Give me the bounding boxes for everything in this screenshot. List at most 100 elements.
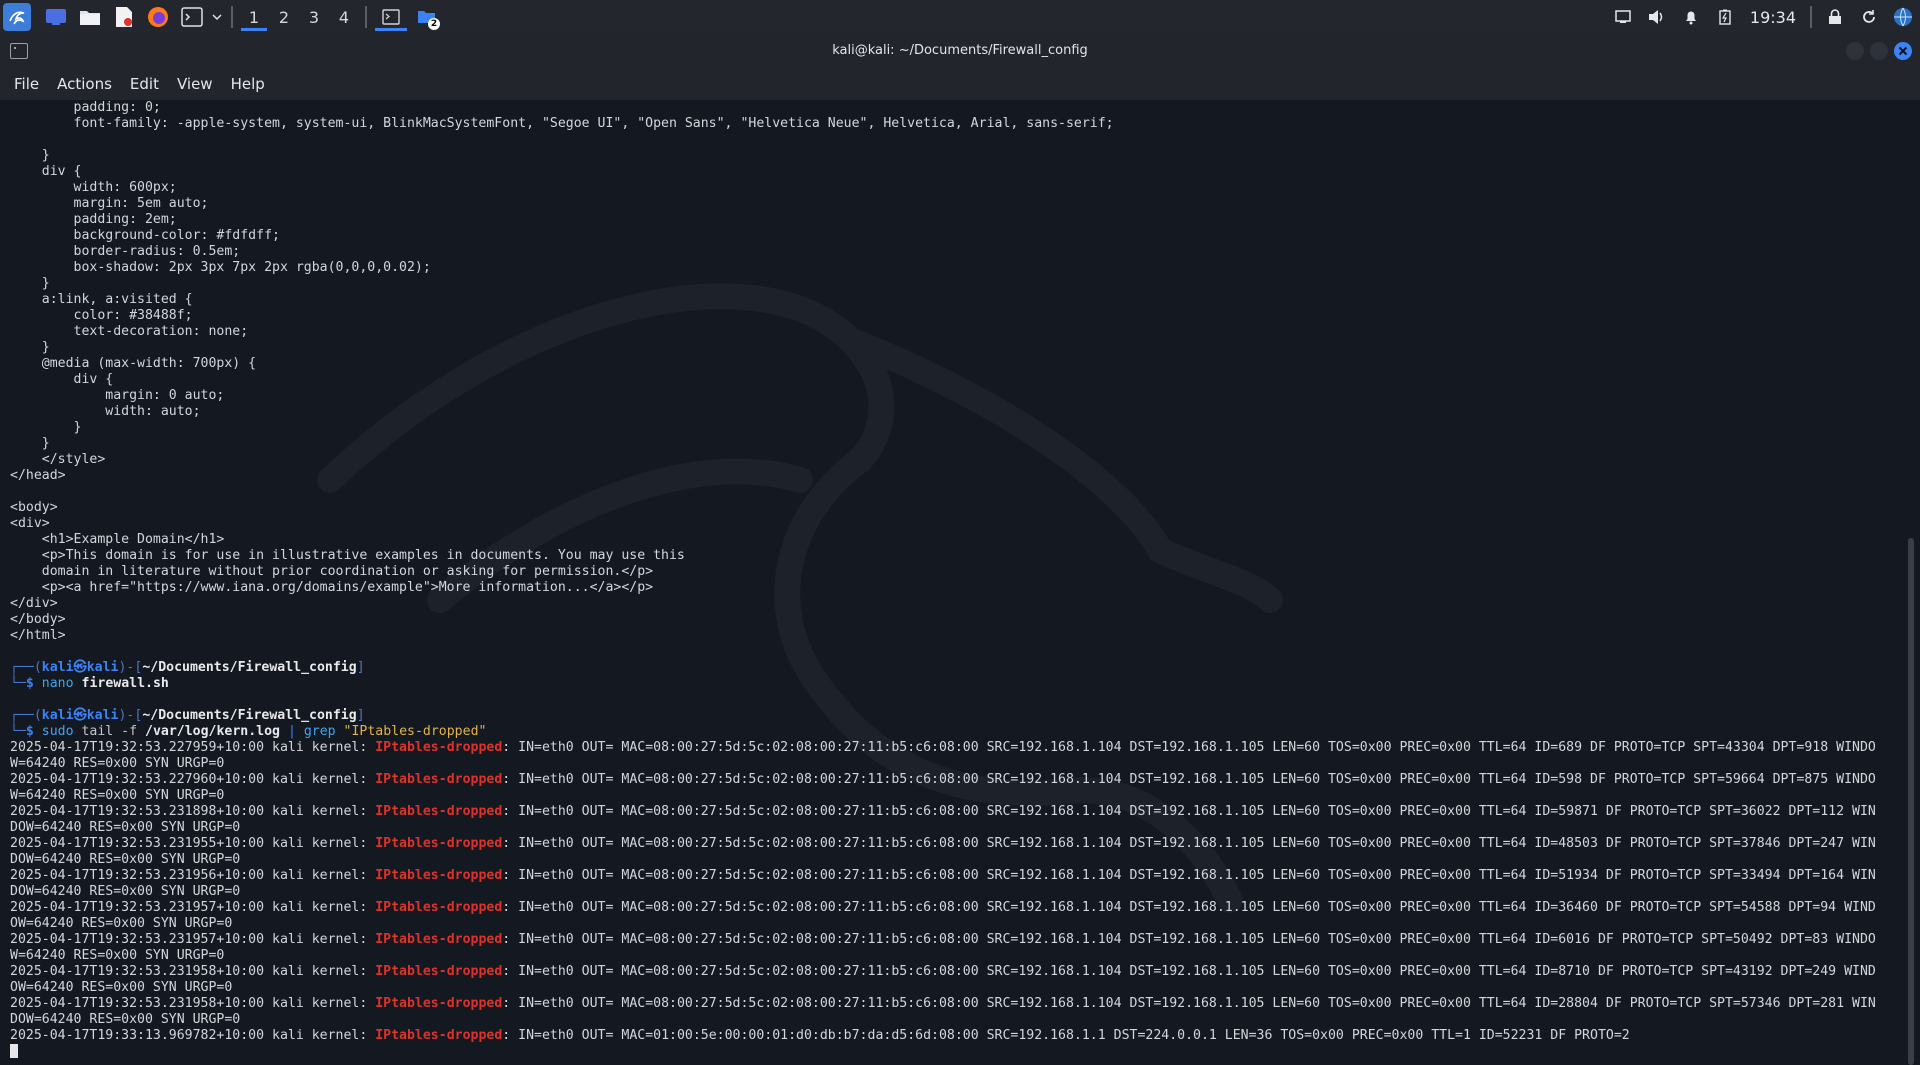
network-icon[interactable] xyxy=(1892,6,1914,28)
code-line: } xyxy=(10,436,50,451)
terminal-line: 2025-04-17T19:32:53.231957+10:00 kali ke… xyxy=(10,900,1876,916)
volume-icon[interactable] xyxy=(1646,6,1668,28)
text-cursor xyxy=(10,1044,18,1058)
prompt-host: kali xyxy=(86,660,119,675)
menu-help[interactable]: Help xyxy=(223,75,273,93)
terminal-line: </body> xyxy=(10,612,1876,628)
log-details: : IN=eth0 OUT= MAC=08:00:27:5d:5c:02:08:… xyxy=(502,772,1876,787)
terminal-line: font-family: -apple-system, system-ui, B… xyxy=(10,116,1876,132)
terminal-line: 2025-04-17T19:32:53.231958+10:00 kali ke… xyxy=(10,996,1876,1012)
folder-window-button[interactable]: 2 xyxy=(409,0,445,34)
terminal-window-button[interactable] xyxy=(373,0,409,34)
code-line: </style> xyxy=(10,452,106,467)
terminal-line: @media (max-width: 700px) { xyxy=(10,356,1876,372)
code-line: box-shadow: 2px 3px 7px 2px rgba(0,0,0,0… xyxy=(10,260,431,275)
code-line: </head> xyxy=(10,468,66,483)
firefox-icon[interactable] xyxy=(146,5,170,29)
maximize-button[interactable] xyxy=(1870,42,1888,60)
log-details-wrap: DOW=64240 RES=0x00 SYN URGP=0 xyxy=(10,1012,241,1027)
terminal-line xyxy=(10,1044,1876,1060)
log-tag: IPtables-dropped xyxy=(375,772,503,787)
terminal-line: 2025-04-17T19:32:53.231957+10:00 kali ke… xyxy=(10,932,1876,948)
terminal-line: OW=64240 RES=0x00 SYN URGP=0 xyxy=(10,980,1876,996)
terminal-line: 2025-04-17T19:32:53.227960+10:00 kali ke… xyxy=(10,772,1876,788)
workspace-2[interactable]: 2 xyxy=(269,0,299,34)
log-timestamp: 2025-04-17T19:32:53.231958+10:00 kali ke… xyxy=(10,964,376,979)
code-line: div { xyxy=(10,164,82,179)
taskbar-separator xyxy=(365,6,367,28)
terminal-line: W=64240 RES=0x00 SYN URGP=0 xyxy=(10,788,1876,804)
lock-icon[interactable] xyxy=(1824,6,1846,28)
log-details-wrap: DOW=64240 RES=0x00 SYN URGP=0 xyxy=(10,884,241,899)
minimize-button[interactable] xyxy=(1846,42,1864,60)
menu-edit[interactable]: Edit xyxy=(122,75,167,93)
prompt-decoration: ㉿ xyxy=(73,708,87,723)
workspace-4[interactable]: 4 xyxy=(329,0,359,34)
log-details: : IN=eth0 OUT= MAC=01:00:5e:00:00:01:d0:… xyxy=(502,1028,1630,1043)
terminal-scrollbar[interactable] xyxy=(1908,538,1914,1065)
prompt-decoration: ㉿ xyxy=(73,660,87,675)
close-button[interactable] xyxy=(1894,42,1912,60)
code-line: @media (max-width: 700px) { xyxy=(10,356,257,371)
terminal-line: DOW=64240 RES=0x00 SYN URGP=0 xyxy=(10,852,1876,868)
terminal-line: 2025-04-17T19:32:53.231955+10:00 kali ke… xyxy=(10,836,1876,852)
prompt-decoration: $ xyxy=(25,676,42,691)
log-tag: IPtables-dropped xyxy=(375,964,503,979)
code-line: margin: 5em auto; xyxy=(10,196,209,211)
log-tag: IPtables-dropped xyxy=(375,836,503,851)
battery-icon[interactable] xyxy=(1714,6,1736,28)
log-timestamp: 2025-04-17T19:32:53.227960+10:00 kali ke… xyxy=(10,772,376,787)
menu-actions[interactable]: Actions xyxy=(49,75,120,93)
prompt-decoration: )-[ xyxy=(118,660,143,675)
prompt-decoration: ┌──( xyxy=(10,660,42,675)
terminal-line: background-color: #fdfdff; xyxy=(10,228,1876,244)
log-timestamp: 2025-04-17T19:32:53.231898+10:00 kali ke… xyxy=(10,804,376,819)
code-line: <body> xyxy=(10,500,58,515)
dropdown-icon[interactable] xyxy=(211,5,223,29)
prompt-host: kali xyxy=(86,708,119,723)
log-details-wrap: OW=64240 RES=0x00 SYN URGP=0 xyxy=(10,916,233,931)
window-titlebar[interactable]: kali@kali: ~/Documents/Firewall_config xyxy=(0,34,1920,68)
log-timestamp: 2025-04-17T19:32:53.227959+10:00 kali ke… xyxy=(10,740,376,755)
terminal-line: W=64240 RES=0x00 SYN URGP=0 xyxy=(10,948,1876,964)
terminal-line: <p>This domain is for use in illustrativ… xyxy=(10,548,1876,564)
code-line: width: 600px; xyxy=(10,180,177,195)
file-manager-icon[interactable] xyxy=(78,5,102,29)
terminal-line: W=64240 RES=0x00 SYN URGP=0 xyxy=(10,756,1876,772)
bell-icon[interactable] xyxy=(1680,6,1702,28)
display-icon[interactable] xyxy=(1612,6,1634,28)
code-line: domain in literature without prior coord… xyxy=(10,564,654,579)
kali-menu-icon[interactable] xyxy=(3,3,31,31)
menu-file[interactable]: File xyxy=(6,75,47,93)
tray-separator xyxy=(1810,6,1812,28)
window-title: kali@kali: ~/Documents/Firewall_config xyxy=(832,43,1088,58)
desktop-icon[interactable] xyxy=(44,5,68,29)
prompt-decoration: $ xyxy=(25,724,42,739)
log-details-wrap: W=64240 RES=0x00 SYN URGP=0 xyxy=(10,948,225,963)
menu-view[interactable]: View xyxy=(169,75,221,93)
log-details: : IN=eth0 OUT= MAC=08:00:27:5d:5c:02:08:… xyxy=(502,996,1876,1011)
command-target: /var/log/kern.log xyxy=(145,724,280,739)
code-line: text-decoration: none; xyxy=(10,324,249,339)
refresh-icon[interactable] xyxy=(1858,6,1880,28)
workspace-1[interactable]: 1 xyxy=(239,0,269,34)
log-tag: IPtables-dropped xyxy=(375,868,503,883)
log-tag: IPtables-dropped xyxy=(375,804,503,819)
clock[interactable]: 19:34 xyxy=(1750,8,1796,27)
code-line: div { xyxy=(10,372,114,387)
code-line: font-family: -apple-system, system-ui, B… xyxy=(10,116,1114,131)
terminal-output[interactable]: padding: 0; font-family: -apple-system, … xyxy=(0,100,1920,1065)
terminal-line: OW=64240 RES=0x00 SYN URGP=0 xyxy=(10,916,1876,932)
terminal-line: <div> xyxy=(10,516,1876,532)
command-name: sudo xyxy=(41,724,74,739)
terminal-icon[interactable] xyxy=(180,5,204,29)
text-editor-icon[interactable] xyxy=(112,5,136,29)
terminal-line: domain in literature without prior coord… xyxy=(10,564,1876,580)
command-target: firewall.sh xyxy=(81,676,169,691)
terminal-line: <h1>Example Domain</h1> xyxy=(10,532,1876,548)
log-details: : IN=eth0 OUT= MAC=08:00:27:5d:5c:02:08:… xyxy=(502,964,1876,979)
workspace-3[interactable]: 3 xyxy=(299,0,329,34)
terminal-line: <body> xyxy=(10,500,1876,516)
